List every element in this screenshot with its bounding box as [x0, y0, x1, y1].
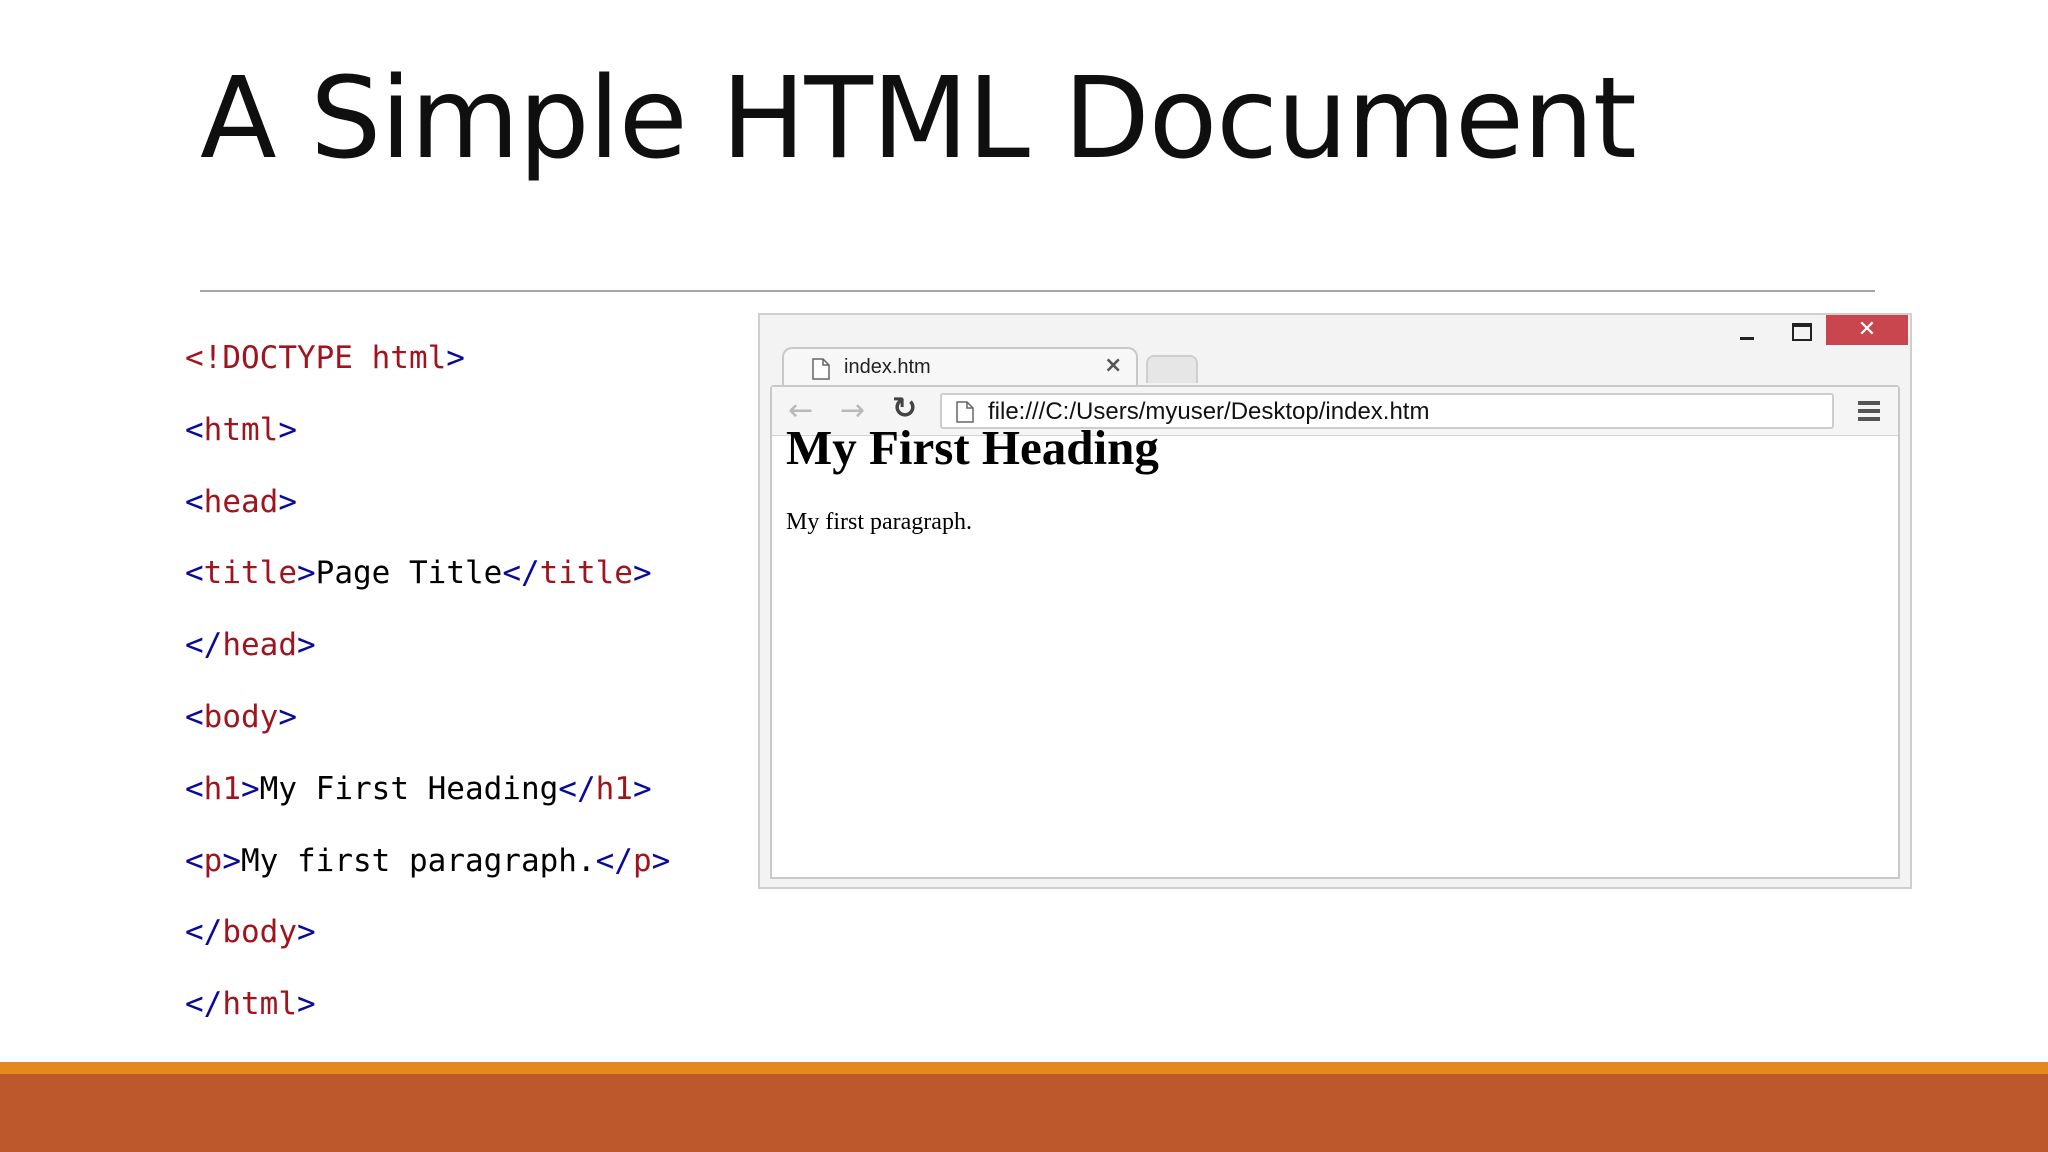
code-token: <	[185, 555, 204, 592]
code-token: </	[558, 770, 596, 807]
code-line: <html>	[185, 410, 670, 482]
code-token: h1	[595, 770, 633, 807]
code-line: <p>My first paragraph.</p>	[185, 841, 670, 913]
code-token: </	[185, 627, 223, 664]
code-listing: <!DOCTYPE html> <html> <head> <title>Page T…	[185, 338, 670, 1056]
code-token: p	[632, 842, 652, 879]
code-token: >	[278, 411, 297, 448]
code-token: h1	[203, 770, 241, 807]
code-line: <!DOCTYPE html>	[185, 338, 670, 410]
code-token: <	[185, 483, 204, 520]
code-token: >	[296, 627, 316, 664]
code-token: </	[185, 914, 223, 951]
menu-icon[interactable]	[1858, 401, 1880, 425]
code-line: <h1>My First Heading</h1>	[185, 769, 670, 841]
code-token: body	[222, 914, 297, 951]
browser-tab[interactable]: index.htm ×	[782, 347, 1138, 389]
code-token: head	[203, 483, 279, 520]
code-token: >	[632, 770, 652, 807]
minimize-icon[interactable]	[1740, 337, 1754, 340]
code-token: title	[203, 555, 297, 592]
code-token: Page Title	[315, 555, 503, 592]
code-token: >	[296, 986, 316, 1023]
code-token: <!DOCTYPE	[185, 340, 372, 376]
browser-viewport: ← → ↻ file:///C:/Users/myuser/Desktop/in…	[770, 385, 1900, 879]
code-token: >	[297, 555, 316, 592]
code-token: html	[222, 986, 297, 1023]
title-divider	[200, 290, 1875, 292]
code-token: html	[371, 340, 447, 376]
code-token: >	[222, 842, 242, 879]
code-token: <	[185, 770, 204, 807]
code-line: </body>	[185, 912, 670, 984]
code-token: >	[296, 914, 316, 951]
document-icon	[812, 358, 830, 384]
code-line: </html>	[185, 984, 670, 1056]
code-token: </	[502, 555, 540, 592]
code-token: <	[185, 842, 204, 879]
code-token: My first paragraph.	[241, 842, 596, 879]
page-heading: My First Heading	[786, 420, 1159, 475]
code-token: </	[595, 842, 633, 879]
maximize-icon[interactable]	[1792, 323, 1812, 341]
code-token: >	[241, 770, 260, 807]
code-line: <title>Page Title</title>	[185, 553, 670, 625]
code-token: <	[185, 411, 204, 448]
code-token: >	[278, 483, 297, 520]
footer-accent-stripe	[0, 1062, 2048, 1074]
browser-window: index.htm × ✕ ← → ↻ file:///C:/Users/myu…	[758, 313, 1912, 889]
page-paragraph: My first paragraph.	[786, 509, 972, 535]
code-token: >	[446, 340, 465, 376]
footer-band	[0, 1074, 2048, 1152]
code-token: My First Heading	[259, 770, 559, 807]
code-token: >	[278, 698, 297, 735]
tab-close-icon[interactable]: ×	[1104, 353, 1122, 378]
code-token: head	[222, 627, 297, 664]
code-token: <	[185, 698, 204, 735]
code-line: </head>	[185, 625, 670, 697]
slide-title: A Simple HTML Document	[200, 54, 1637, 184]
new-tab-button[interactable]	[1146, 355, 1198, 383]
code-token: html	[203, 411, 279, 448]
code-token: title	[539, 555, 633, 592]
code-line: <body>	[185, 697, 670, 769]
code-token: >	[632, 555, 652, 592]
code-token: body	[203, 698, 279, 735]
tab-label: index.htm	[844, 356, 931, 378]
code-line: <head>	[185, 482, 670, 554]
code-token: </	[185, 986, 223, 1023]
code-token: >	[651, 842, 671, 879]
code-token: p	[203, 842, 223, 879]
close-window-button[interactable]: ✕	[1826, 315, 1908, 345]
